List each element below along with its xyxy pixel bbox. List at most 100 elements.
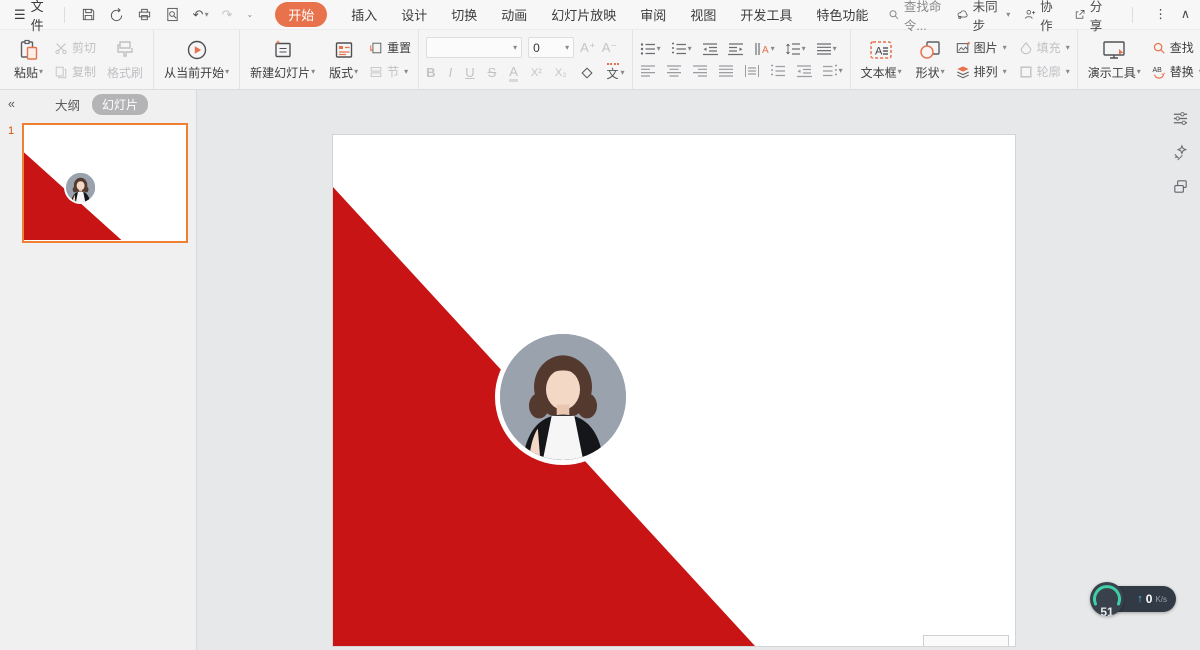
present-tools-button[interactable]: 演示工具▾: [1085, 37, 1144, 83]
partial-placeholder-shape[interactable]: [923, 635, 1009, 646]
tab-developer[interactable]: 开发工具: [740, 5, 792, 24]
clear-format-icon[interactable]: [580, 66, 594, 80]
decrease-font-icon[interactable]: A⁻: [602, 41, 618, 54]
undo-icon: ↶: [193, 8, 204, 21]
new-slide-label: 新建幻灯片: [250, 64, 310, 81]
textbox-button[interactable]: 文本框▾: [858, 37, 905, 83]
file-menu-label: 文件: [31, 0, 44, 34]
distribute-text-icon[interactable]: [744, 64, 760, 78]
upload-speed-value: 0: [1146, 592, 1153, 606]
tab-view[interactable]: 视图: [690, 5, 716, 24]
line-spacing-icon[interactable]: [785, 42, 801, 56]
font-size-select[interactable]: 0 ▾: [528, 37, 574, 58]
fill-button[interactable]: 填充 ▾: [1019, 39, 1070, 56]
collapse-panel-icon[interactable]: «: [8, 98, 15, 111]
superscript-button[interactable]: X²: [531, 67, 542, 79]
font-color-button[interactable]: A: [509, 64, 518, 82]
chevron-down-icon: ▾: [802, 45, 806, 53]
font-family-select[interactable]: ▾: [426, 37, 522, 58]
layout-label: 版式: [329, 64, 353, 81]
align-right-icon[interactable]: [692, 64, 708, 78]
qat-customize-icon[interactable]: ⌄: [247, 11, 254, 19]
tab-slideshow[interactable]: 幻灯片放映: [551, 5, 616, 24]
increase-indent-icon[interactable]: [728, 42, 744, 56]
format-painter-label: 格式刷: [107, 64, 143, 81]
italic-button[interactable]: I: [449, 65, 453, 80]
collapse-ribbon-icon[interactable]: ∧: [1181, 8, 1190, 21]
network-speed-widget[interactable]: ↑ 0 K/s 51: [1090, 582, 1176, 616]
material-library-icon[interactable]: [1172, 178, 1189, 195]
left-to-right-icon[interactable]: [770, 64, 786, 78]
text-direction-icon[interactable]: [754, 42, 770, 56]
justify-icon[interactable]: [718, 64, 734, 78]
tab-design[interactable]: 设计: [401, 5, 427, 24]
replace-button[interactable]: 替换 ▾: [1152, 63, 1200, 80]
play-from-current-button[interactable]: 从当前开始▾: [161, 37, 232, 83]
paragraph-group: ▾ ▾ ▾ ▾ ▾ ▾: [633, 30, 851, 89]
cut-button[interactable]: 剪切: [54, 39, 96, 56]
arrange-button[interactable]: 排列 ▾: [956, 63, 1007, 80]
subscript-button[interactable]: X₂: [555, 67, 567, 79]
paste-icon: [18, 39, 40, 61]
textbox-icon: [868, 39, 894, 61]
share-button[interactable]: 分享: [1074, 0, 1110, 34]
format-painter-button[interactable]: 格式刷: [104, 37, 146, 83]
increase-font-icon[interactable]: A⁺: [580, 41, 596, 54]
redo-icon: ↷: [222, 8, 233, 21]
decrease-indent-icon[interactable]: [702, 42, 718, 56]
search-icon: [888, 8, 899, 21]
beautify-sparkle-icon[interactable]: [1172, 144, 1189, 161]
undo-button[interactable]: ↶ ▾: [193, 8, 209, 21]
tab-transitions[interactable]: 切换: [451, 5, 477, 24]
numbered-list-icon[interactable]: [671, 42, 687, 56]
shapes-button[interactable]: 形状▾: [913, 37, 948, 83]
picture-label: 图片: [974, 39, 998, 56]
align-left-icon[interactable]: [640, 64, 656, 78]
tab-insert[interactable]: 插入: [351, 5, 377, 24]
phonetic-guide-button[interactable]: 文: [607, 63, 619, 82]
tab-slides[interactable]: 幻灯片: [92, 94, 148, 115]
align-center-icon[interactable]: [666, 64, 682, 78]
right-to-left-icon[interactable]: [796, 64, 812, 78]
strikethrough-button[interactable]: S: [488, 65, 497, 80]
tab-review[interactable]: 审阅: [640, 5, 666, 24]
paragraph-settings-icon[interactable]: [816, 42, 832, 56]
bullet-list-icon[interactable]: [640, 42, 656, 56]
export-icon[interactable]: [109, 7, 124, 22]
copy-button[interactable]: 复制: [54, 63, 96, 80]
section-button[interactable]: 节 ▾: [369, 63, 411, 80]
bold-button[interactable]: B: [426, 65, 435, 80]
speed-gauge: 51: [1090, 582, 1124, 616]
find-icon: [1152, 41, 1166, 55]
chevron-down-icon: ▾: [1137, 68, 1141, 76]
chevron-down-icon: ▾: [898, 68, 902, 76]
find-command-search[interactable]: 查找命令...: [888, 0, 957, 34]
print-preview-icon[interactable]: [165, 7, 180, 22]
find-button[interactable]: 查找: [1152, 39, 1200, 56]
reset-button[interactable]: 重置: [369, 39, 411, 56]
save-icon[interactable]: [81, 7, 96, 22]
print-icon[interactable]: [137, 7, 152, 22]
slide-thumbnail[interactable]: [22, 123, 188, 243]
tab-special-features[interactable]: 特色功能: [816, 5, 868, 24]
sync-status-button[interactable]: 未同步 ▾: [957, 0, 1010, 34]
underline-button[interactable]: U: [465, 65, 474, 80]
new-slide-button[interactable]: 新建幻灯片▾: [247, 37, 318, 83]
tab-animation[interactable]: 动画: [501, 5, 527, 24]
copy-label: 复制: [72, 63, 96, 80]
tab-outline[interactable]: 大纲: [55, 95, 80, 114]
more-options-icon[interactable]: ⋮: [1154, 8, 1167, 21]
text-spacing-icon[interactable]: [822, 64, 838, 78]
slide-canvas[interactable]: [333, 135, 1015, 646]
tab-home[interactable]: 开始: [275, 2, 327, 27]
portrait-image[interactable]: [495, 329, 631, 465]
layout-button[interactable]: 版式▾: [326, 37, 361, 83]
paste-button[interactable]: 粘贴▾: [11, 37, 46, 83]
picture-button[interactable]: 图片 ▾: [956, 39, 1007, 56]
canvas-area[interactable]: [197, 90, 1200, 650]
red-triangle-shape[interactable]: [333, 135, 1015, 646]
properties-sliders-icon[interactable]: [1172, 110, 1189, 127]
outline-button[interactable]: 轮廓 ▾: [1019, 63, 1070, 80]
collaborate-button[interactable]: 协作: [1024, 0, 1060, 34]
projector-icon: [1101, 39, 1127, 61]
